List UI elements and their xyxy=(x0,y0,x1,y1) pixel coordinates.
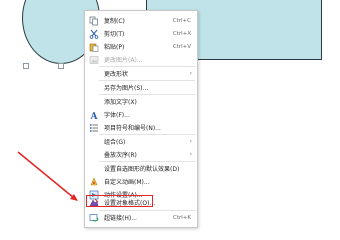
annotation-arrow xyxy=(17,151,78,201)
